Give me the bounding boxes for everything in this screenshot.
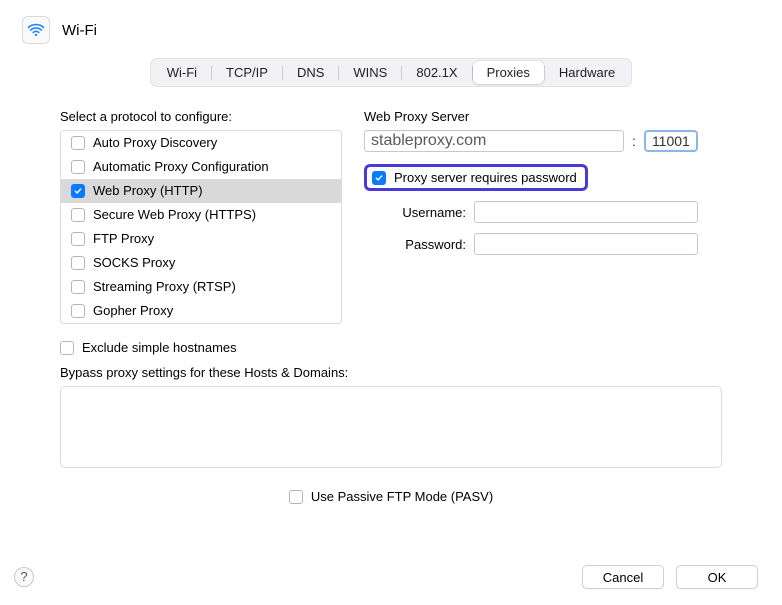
wifi-proxies-pane: Wi-Fi Wi-Fi TCP/IP DNS WINS 802.1X Proxi… xyxy=(0,0,782,605)
cancel-button[interactable]: Cancel xyxy=(582,565,664,589)
lower-section: Exclude simple hostnames Bypass proxy se… xyxy=(18,340,764,514)
pasv-row: Use Passive FTP Mode (PASV) xyxy=(60,489,722,514)
protocol-row-secure-web-proxy[interactable]: Secure Web Proxy (HTTPS) xyxy=(61,203,341,227)
server-row: : xyxy=(364,130,722,152)
protocol-heading: Select a protocol to configure: xyxy=(60,109,342,124)
exclude-hostnames-label: Exclude simple hostnames xyxy=(82,340,237,355)
exclude-hostnames-row: Exclude simple hostnames xyxy=(60,340,722,355)
exclude-hostnames-check[interactable] xyxy=(60,341,74,355)
protocol-label: Web Proxy (HTTP) xyxy=(93,182,203,200)
proxy-port-input[interactable] xyxy=(644,130,698,152)
protocol-listbox[interactable]: Auto Proxy Discovery Automatic Proxy Con… xyxy=(60,130,342,324)
pasv-check[interactable] xyxy=(289,490,303,504)
pane-header: Wi-Fi xyxy=(22,16,764,44)
tab-hardware[interactable]: Hardware xyxy=(545,61,629,84)
tab-8021x[interactable]: 802.1X xyxy=(402,61,471,84)
protocol-check-ftp-proxy[interactable] xyxy=(71,232,85,246)
bypass-label: Bypass proxy settings for these Hosts & … xyxy=(60,365,722,380)
protocol-label: Gopher Proxy xyxy=(93,302,173,320)
protocol-column: Select a protocol to configure: Auto Pro… xyxy=(60,109,342,324)
bypass-textarea[interactable] xyxy=(60,386,722,468)
help-button[interactable]: ? xyxy=(14,567,34,587)
tabbar: Wi-Fi TCP/IP DNS WINS 802.1X Proxies Har… xyxy=(18,58,764,87)
username-label: Username: xyxy=(388,205,466,220)
segmented-control: Wi-Fi TCP/IP DNS WINS 802.1X Proxies Har… xyxy=(150,58,633,87)
password-input[interactable] xyxy=(474,233,698,255)
protocol-row-ftp-proxy[interactable]: FTP Proxy xyxy=(61,227,341,251)
protocol-row-web-proxy[interactable]: Web Proxy (HTTP) xyxy=(61,179,341,203)
protocol-check-auto-config[interactable] xyxy=(71,160,85,174)
protocol-label: FTP Proxy xyxy=(93,230,154,248)
server-column: Web Proxy Server : Proxy server requires… xyxy=(364,109,722,324)
tab-tcpip[interactable]: TCP/IP xyxy=(212,61,282,84)
footer: ? Cancel OK xyxy=(14,565,758,589)
server-heading: Web Proxy Server xyxy=(364,109,722,124)
wifi-icon xyxy=(22,16,50,44)
protocol-label: Secure Web Proxy (HTTPS) xyxy=(93,206,256,224)
protocol-label: Automatic Proxy Configuration xyxy=(93,158,269,176)
protocol-row-gopher-proxy[interactable]: Gopher Proxy xyxy=(61,299,341,323)
tab-proxies[interactable]: Proxies xyxy=(473,61,544,84)
protocol-check-socks-proxy[interactable] xyxy=(71,256,85,270)
username-input[interactable] xyxy=(474,201,698,223)
host-port-separator: : xyxy=(630,133,638,149)
requires-password-label: Proxy server requires password xyxy=(394,170,577,185)
protocol-check-auto-discovery[interactable] xyxy=(71,136,85,150)
protocol-check-web-proxy[interactable] xyxy=(71,184,85,198)
password-row: Password: xyxy=(364,233,722,255)
tab-wifi[interactable]: Wi-Fi xyxy=(153,61,211,84)
proxy-host-input[interactable] xyxy=(364,130,624,152)
pane-title: Wi-Fi xyxy=(62,22,97,39)
ok-button[interactable]: OK xyxy=(676,565,758,589)
username-row: Username: xyxy=(364,201,722,223)
protocol-label: SOCKS Proxy xyxy=(93,254,175,272)
tab-wins[interactable]: WINS xyxy=(339,61,401,84)
tab-dns[interactable]: DNS xyxy=(283,61,338,84)
protocol-row-socks-proxy[interactable]: SOCKS Proxy xyxy=(61,251,341,275)
requires-password-check[interactable] xyxy=(372,171,386,185)
protocol-row-auto-discovery[interactable]: Auto Proxy Discovery xyxy=(61,131,341,155)
protocol-check-secure-web-proxy[interactable] xyxy=(71,208,85,222)
protocol-row-streaming-proxy[interactable]: Streaming Proxy (RTSP) xyxy=(61,275,341,299)
protocol-check-streaming-proxy[interactable] xyxy=(71,280,85,294)
requires-password-highlight: Proxy server requires password xyxy=(364,164,588,191)
protocol-check-gopher-proxy[interactable] xyxy=(71,304,85,318)
protocol-label: Auto Proxy Discovery xyxy=(93,134,217,152)
protocol-label: Streaming Proxy (RTSP) xyxy=(93,278,236,296)
main-columns: Select a protocol to configure: Auto Pro… xyxy=(18,109,764,324)
password-label: Password: xyxy=(388,237,466,252)
pasv-label: Use Passive FTP Mode (PASV) xyxy=(311,489,493,504)
protocol-row-auto-config[interactable]: Automatic Proxy Configuration xyxy=(61,155,341,179)
